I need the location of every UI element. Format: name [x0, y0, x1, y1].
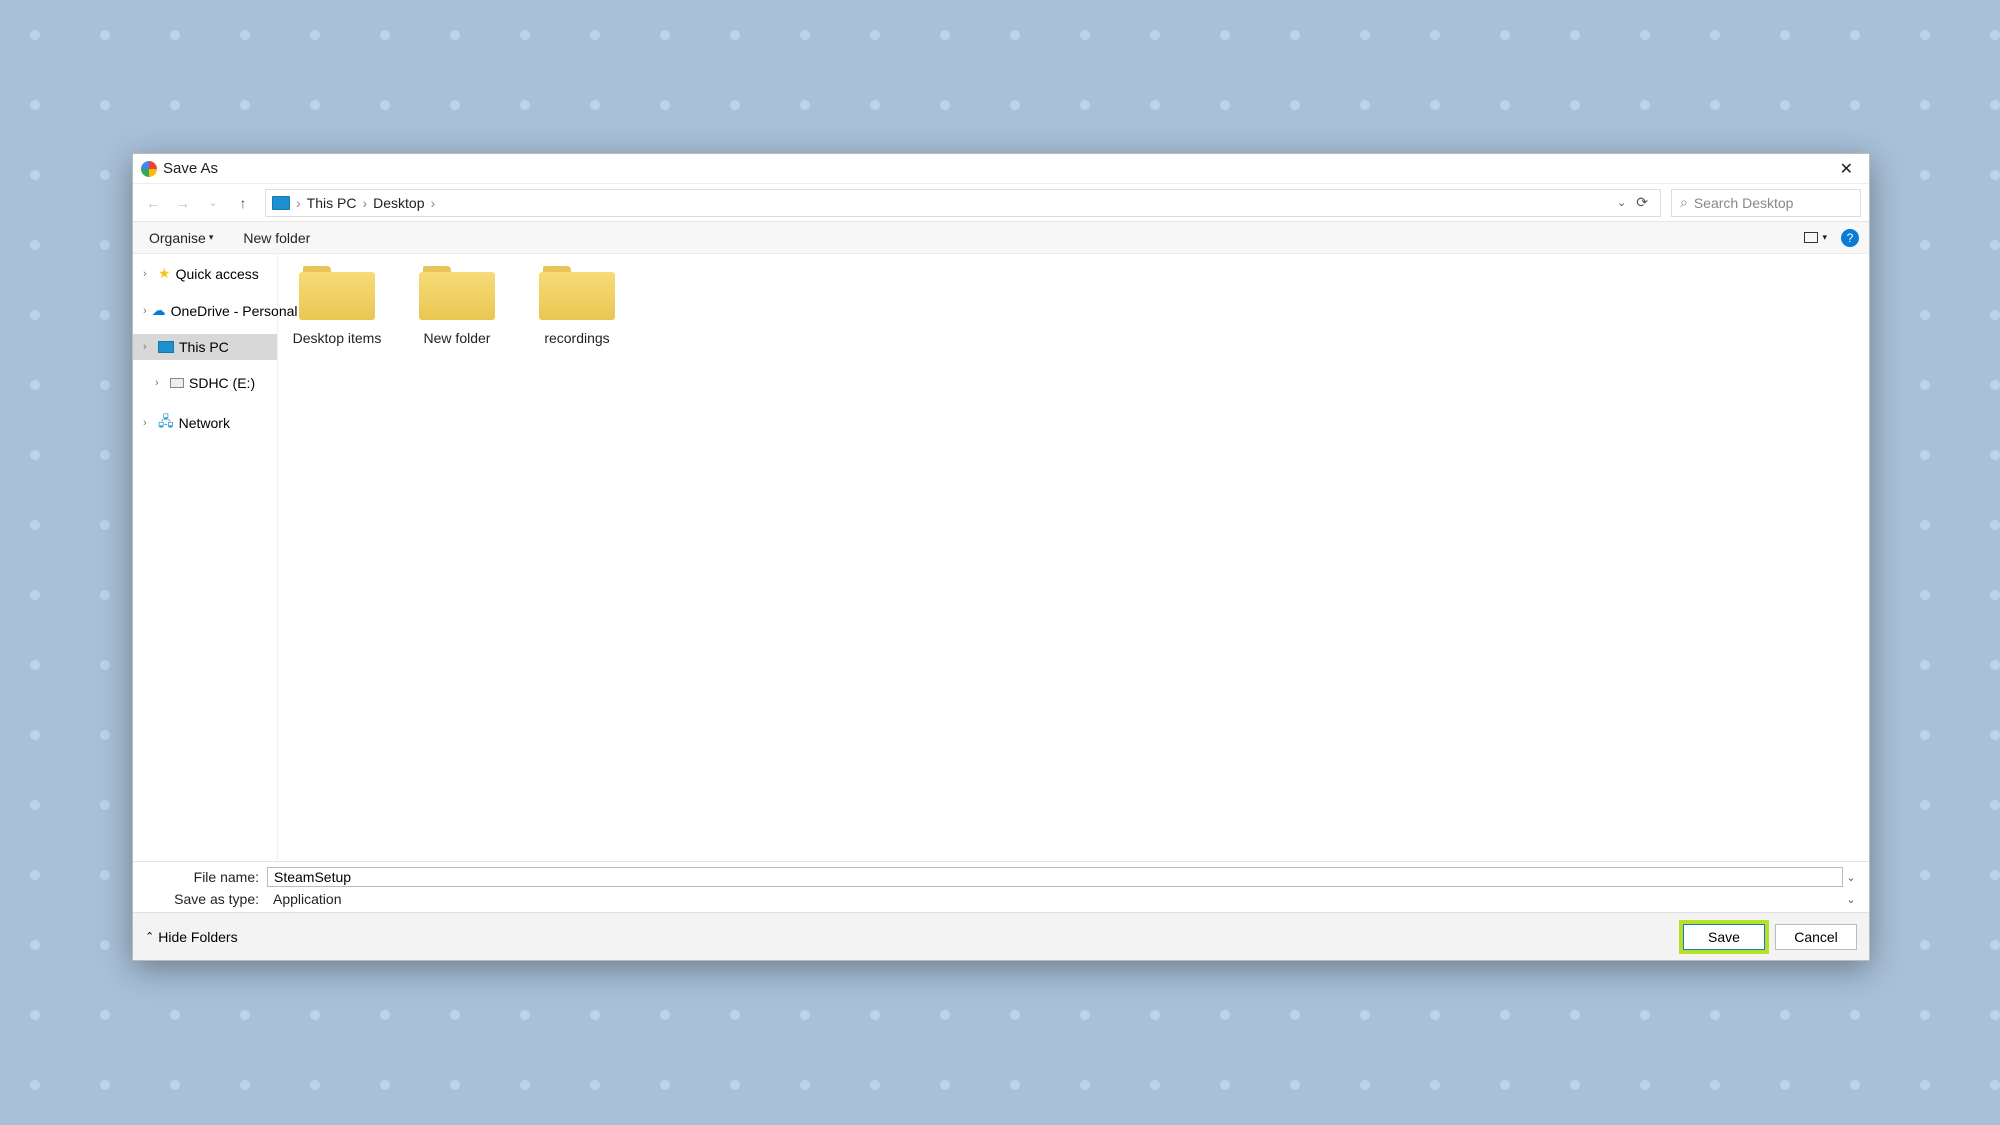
address-dropdown-icon[interactable]: ⌄: [1617, 196, 1626, 209]
chevron-right-icon: ›: [431, 195, 436, 211]
folder-content[interactable]: Desktop items New folder recordings: [278, 254, 1869, 861]
search-input[interactable]: ⌕ Search Desktop: [1671, 189, 1861, 217]
folder-label: Desktop items: [293, 330, 382, 346]
folder-label: recordings: [544, 330, 609, 346]
save-button[interactable]: Save: [1683, 924, 1765, 950]
chevron-up-icon: ⌃: [145, 930, 154, 943]
folder-icon: [299, 264, 375, 320]
refresh-icon[interactable]: ⟳: [1636, 194, 1648, 211]
search-placeholder: Search Desktop: [1694, 195, 1794, 211]
folder-icon: [539, 264, 615, 320]
sidebar: › ★ Quick access › ☁ OneDrive - Personal…: [133, 254, 278, 861]
hide-folders-label: Hide Folders: [158, 929, 237, 945]
cancel-button[interactable]: Cancel: [1775, 924, 1857, 950]
up-icon[interactable]: ↑: [231, 191, 255, 215]
breadcrumb-this-pc[interactable]: This PC: [307, 195, 357, 211]
file-name-input[interactable]: [267, 867, 1843, 887]
recent-dropdown-icon[interactable]: ⌄: [201, 191, 225, 215]
folder-item[interactable]: New folder: [412, 264, 502, 346]
dropdown-icon: ▾: [209, 232, 214, 243]
organise-button[interactable]: Organise ▾: [143, 228, 219, 248]
sidebar-label: SDHC (E:): [189, 375, 255, 391]
expand-icon[interactable]: ›: [143, 341, 153, 353]
titlebar: Save As ✕: [133, 154, 1869, 184]
breadcrumb-desktop[interactable]: Desktop: [373, 195, 424, 211]
forward-icon[interactable]: →: [171, 191, 195, 215]
expand-icon[interactable]: ›: [143, 268, 153, 280]
folder-icon: [419, 264, 495, 320]
new-folder-button[interactable]: New folder: [237, 228, 316, 248]
save-type-value: Application: [273, 891, 342, 907]
search-icon: ⌕: [1680, 194, 1688, 211]
cancel-label: Cancel: [1794, 929, 1838, 945]
address-bar[interactable]: › This PC › Desktop › ⌄ ⟳: [265, 189, 1661, 217]
toolbar: Organise ▾ New folder ▾ ?: [133, 222, 1869, 254]
sidebar-item-this-pc[interactable]: › This PC: [133, 334, 277, 360]
save-type-label: Save as type:: [143, 891, 267, 907]
view-icon: [1804, 232, 1818, 243]
dialog-footer: ⌃ Hide Folders Save Cancel: [133, 912, 1869, 960]
expand-icon[interactable]: ›: [155, 377, 165, 389]
expand-icon[interactable]: ›: [143, 417, 153, 429]
sidebar-item-onedrive[interactable]: › ☁ OneDrive - Personal: [133, 297, 277, 324]
view-button[interactable]: ▾: [1804, 232, 1827, 243]
filename-dropdown-icon[interactable]: ⌄: [1843, 871, 1859, 884]
save-as-dialog: Save As ✕ ← → ⌄ ↑ › This PC › Desktop › …: [132, 153, 1870, 961]
star-icon: ★: [158, 265, 171, 282]
pc-icon: [272, 196, 290, 210]
new-folder-label: New folder: [243, 230, 310, 246]
dialog-body: › ★ Quick access › ☁ OneDrive - Personal…: [133, 254, 1869, 861]
help-icon[interactable]: ?: [1841, 229, 1859, 247]
expand-icon[interactable]: ›: [143, 305, 147, 317]
back-icon[interactable]: ←: [141, 191, 165, 215]
organise-label: Organise: [149, 230, 206, 246]
savetype-dropdown-icon[interactable]: ⌄: [1843, 893, 1859, 906]
chrome-icon: [141, 161, 157, 177]
save-type-select[interactable]: Application: [267, 889, 1843, 909]
sidebar-item-quick-access[interactable]: › ★ Quick access: [133, 260, 277, 287]
folder-item[interactable]: recordings: [532, 264, 622, 346]
dropdown-icon: ▾: [1822, 232, 1827, 243]
cloud-icon: ☁: [152, 302, 166, 319]
sidebar-label: Quick access: [176, 266, 259, 282]
close-icon[interactable]: ✕: [1832, 157, 1861, 181]
chevron-right-icon: ›: [296, 195, 301, 211]
chevron-right-icon: ›: [362, 195, 367, 211]
sidebar-label: This PC: [179, 339, 229, 355]
folder-item[interactable]: Desktop items: [292, 264, 382, 346]
hide-folders-button[interactable]: ⌃ Hide Folders: [145, 929, 238, 945]
pc-icon: [158, 341, 174, 353]
save-label: Save: [1708, 929, 1740, 945]
folder-label: New folder: [424, 330, 491, 346]
sidebar-item-sdhc[interactable]: › SDHC (E:): [133, 370, 277, 396]
network-icon: 🖧: [158, 411, 174, 435]
sidebar-label: Network: [179, 415, 230, 431]
navigation-bar: ← → ⌄ ↑ › This PC › Desktop › ⌄ ⟳ ⌕ Sear…: [133, 184, 1869, 222]
window-title: Save As: [163, 160, 218, 177]
file-name-label: File name:: [143, 869, 267, 885]
file-fields: File name: ⌄ Save as type: Application ⌄: [133, 861, 1869, 912]
sidebar-item-network[interactable]: › 🖧 Network: [133, 406, 277, 440]
sd-card-icon: [170, 378, 184, 388]
